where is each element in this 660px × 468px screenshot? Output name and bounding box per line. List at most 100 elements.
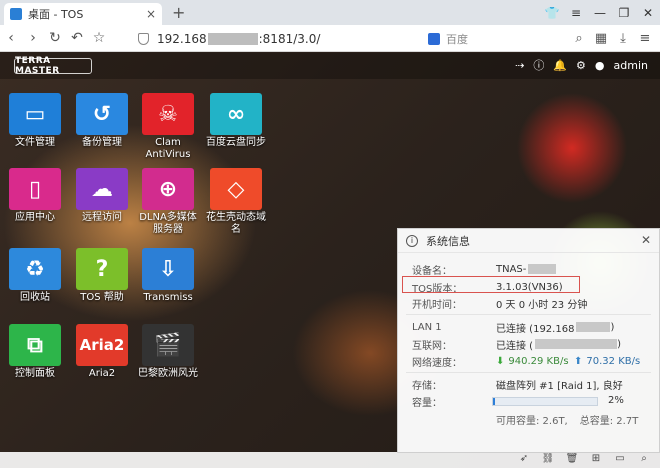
clam-antivirus-icon: ☠ bbox=[142, 93, 194, 135]
divider bbox=[406, 314, 651, 315]
address-bar[interactable]: 192.168 :8181/3.0/ bbox=[138, 28, 424, 49]
app-clam-antivirus[interactable]: ☠ Clam AntiVirus bbox=[136, 93, 200, 161]
app-label: 花生壳动态域名 bbox=[206, 212, 266, 235]
close-window-icon[interactable]: ✕ bbox=[636, 0, 660, 25]
app-oray-ddns[interactable]: ◇ 花生壳动态域名 bbox=[204, 168, 268, 236]
device-name-value: TNAS- bbox=[496, 263, 527, 275]
app-aria2[interactable]: Aria2 Aria2 bbox=[70, 324, 134, 380]
apps-grid-icon[interactable]: ▦ bbox=[590, 28, 612, 49]
rocket-icon[interactable]: ➶ bbox=[512, 453, 536, 464]
reload-icon[interactable]: ↻ bbox=[44, 27, 66, 49]
topbar-icons: ⇢ ⓘ 🔔 ⚙ ● admin bbox=[506, 57, 648, 73]
tos-favicon-icon bbox=[10, 8, 22, 20]
recycle-bin-icon: ♻ bbox=[9, 248, 61, 290]
dlna-server-icon: ⊕ bbox=[142, 168, 194, 210]
lan-value: 已连接 (192.168 bbox=[496, 323, 575, 335]
app-baidu-sync[interactable]: ∞ 百度云盘同步 bbox=[204, 93, 268, 149]
app-remote-access[interactable]: ☁ 远程访问 bbox=[70, 168, 134, 224]
app-label: DLNA多媒体服务器 bbox=[139, 212, 197, 235]
restore-icon[interactable]: ❐ bbox=[612, 0, 636, 25]
tab-title: 桌面 - TOS bbox=[28, 8, 84, 21]
more-icon[interactable]: ≡ bbox=[634, 28, 656, 49]
backup-manager-icon: ↺ bbox=[76, 93, 128, 135]
system-info-title: 系统信息 bbox=[426, 234, 470, 248]
internet-row: 互联网： 已连接 () bbox=[412, 338, 621, 352]
navigation-bar: ‹ › ↻ ↶ ☆ 192.168 :8181/3.0/ 百度 ⌕ ▦ ⤓ ≡ bbox=[0, 25, 660, 52]
internet-redaction bbox=[535, 339, 618, 349]
username[interactable]: admin bbox=[614, 59, 648, 72]
taskbar: ➶ ⛓ 🗑 ⊞ ▭ ⌕ bbox=[0, 452, 660, 468]
url-redaction bbox=[207, 32, 258, 45]
security-shield-icon bbox=[138, 32, 149, 45]
app-file-manager[interactable]: ▭ 文件管理 bbox=[3, 93, 67, 149]
search-box[interactable]: 百度 bbox=[428, 29, 578, 48]
storage-label: 存储： bbox=[412, 380, 442, 392]
tab-desktop[interactable]: 桌面 - TOS × bbox=[4, 3, 162, 25]
usb-icon[interactable]: ⇢ bbox=[515, 59, 524, 72]
tos-help-icon: ? bbox=[76, 248, 128, 290]
app-control-panel[interactable]: ⧉ 控制面板 bbox=[3, 324, 67, 380]
settings-icon[interactable]: ⚙ bbox=[576, 59, 586, 72]
toolbar-right: ⌕ ▦ ⤓ ≡ bbox=[568, 28, 656, 49]
tab-close-icon[interactable]: × bbox=[146, 7, 156, 21]
upload-arrow-icon: ⬆ bbox=[574, 355, 583, 367]
grid-icon[interactable]: ⊞ bbox=[584, 453, 608, 464]
new-tab-button[interactable]: + bbox=[172, 3, 185, 22]
info-icon[interactable]: ⓘ bbox=[533, 57, 544, 73]
uptime-value: 0 天 0 小时 23 分钟 bbox=[496, 299, 588, 311]
capacity-progress-fill bbox=[493, 398, 496, 405]
close-icon[interactable]: ✕ bbox=[641, 233, 651, 247]
app-label: 百度云盘同步 bbox=[206, 137, 266, 148]
notification-icon[interactable]: 🔔 bbox=[553, 59, 567, 72]
tos-version-highlight bbox=[402, 276, 580, 293]
window-icon[interactable]: ▭ bbox=[608, 453, 632, 464]
internet-value: 已连接 ( bbox=[496, 340, 534, 352]
undo-icon[interactable]: ↶ bbox=[66, 27, 88, 49]
bookmark-star-icon[interactable]: ☆ bbox=[88, 27, 110, 49]
app-tos-help[interactable]: ? TOS 帮助 bbox=[70, 248, 134, 304]
back-icon[interactable]: ‹ bbox=[0, 27, 22, 49]
link-icon[interactable]: ⛓ bbox=[536, 453, 560, 464]
capacity-progress-bar bbox=[492, 397, 598, 406]
app-recycle-bin[interactable]: ♻ 回收站 bbox=[3, 248, 67, 304]
forward-icon[interactable]: › bbox=[22, 27, 44, 49]
remote-access-icon: ☁ bbox=[76, 168, 128, 210]
terramaster-logo: TERRA MASTER bbox=[14, 56, 92, 76]
oray-ddns-icon: ◇ bbox=[210, 168, 262, 210]
app-backup-manager[interactable]: ↺ 备份管理 bbox=[70, 93, 134, 149]
app-label: 控制面板 bbox=[15, 368, 55, 379]
app-label: 巴黎欧洲风光 bbox=[138, 368, 198, 379]
capacity-detail-row: 可用容量: 2.6T, 总容量: 2.7T bbox=[412, 411, 651, 427]
minimize-icon[interactable]: — bbox=[588, 0, 612, 25]
window-controls: 👕 ≡ — ❐ ✕ bbox=[540, 0, 660, 25]
search-engine-icon bbox=[428, 32, 440, 45]
app-center-icon: ▯ bbox=[9, 168, 61, 210]
app-app-center[interactable]: ▯ 应用中心 bbox=[3, 168, 67, 224]
total-capacity: 总容量: 2.7T bbox=[579, 415, 639, 427]
download-arrow-icon: ⬇ bbox=[496, 355, 505, 367]
storage-value: 磁盘阵列 #1 [Raid 1], 良好 bbox=[496, 380, 623, 392]
app-transmission[interactable]: ⇩ Transmiss bbox=[136, 248, 200, 304]
system-info-header: i 系统信息 ✕ bbox=[398, 229, 659, 253]
uptime-label: 开机时间： bbox=[412, 299, 462, 311]
download-icon[interactable]: ⤓ bbox=[612, 28, 634, 49]
shirt-icon[interactable]: 👕 bbox=[540, 0, 564, 25]
app-movie[interactable]: 🎬 巴黎欧洲风光 bbox=[136, 324, 200, 380]
app-label: Aria2 bbox=[88, 368, 116, 379]
file-manager-icon: ▭ bbox=[9, 93, 61, 135]
trash-icon[interactable]: 🗑 bbox=[560, 453, 584, 464]
upload-speed: 70.32 KB/s bbox=[586, 355, 641, 367]
network-speed-row: 网络速度： ⬇ 940.29 KB/s ⬆ 70.32 KB/s bbox=[412, 353, 651, 369]
baidu-sync-icon: ∞ bbox=[210, 93, 262, 135]
search-icon[interactable]: ⌕ bbox=[568, 28, 590, 49]
system-info-panel: i 系统信息 ✕ 设备名： TNAS- TOS版本： 3.1.03(VN36) … bbox=[397, 228, 660, 453]
menu-icon[interactable]: ≡ bbox=[564, 0, 588, 25]
aria2-icon: Aria2 bbox=[76, 324, 128, 366]
control-panel-icon: ⧉ bbox=[9, 324, 61, 366]
app-dlna-server[interactable]: ⊕ DLNA多媒体服务器 bbox=[136, 168, 200, 236]
capacity-label: 容量： bbox=[412, 397, 442, 409]
taskbar-search-icon[interactable]: ⌕ bbox=[632, 453, 656, 464]
user-avatar-icon[interactable]: ● bbox=[595, 59, 605, 72]
speed-label: 网络速度： bbox=[412, 357, 462, 369]
device-name-row: 设备名： TNAS- bbox=[412, 261, 651, 277]
